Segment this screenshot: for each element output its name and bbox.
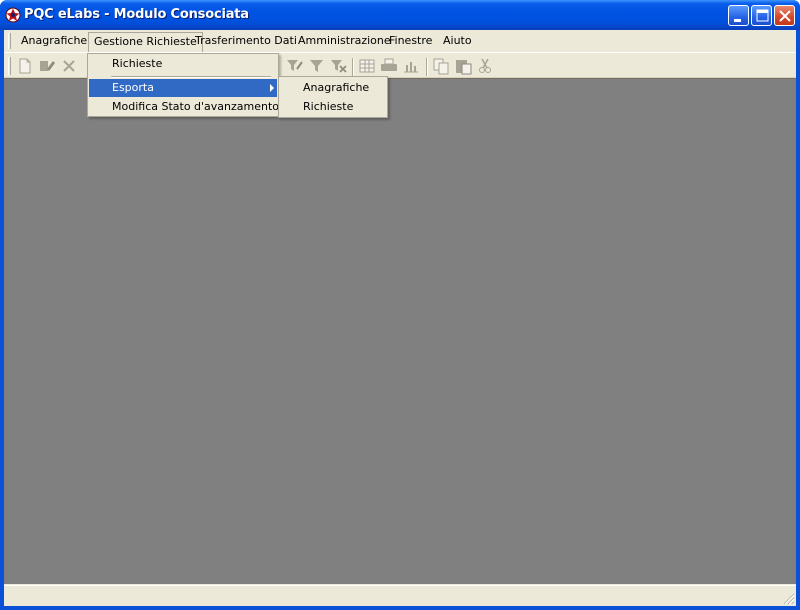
paste-icon[interactable] xyxy=(454,57,472,75)
close-icon xyxy=(779,10,791,22)
gestione-richieste-dropdown: Richieste Esporta Modifica Stato d'avanz… xyxy=(87,53,279,117)
submenu-item-anagrafiche[interactable]: Anagrafiche xyxy=(280,79,386,97)
toolbar-grip[interactable] xyxy=(8,57,11,75)
status-bar xyxy=(4,585,796,606)
menu-anagrafiche-label: Anagrafiche xyxy=(21,34,88,47)
cut-icon[interactable] xyxy=(476,57,494,75)
dropdown-item-esporta[interactable]: Esporta xyxy=(89,79,277,97)
menu-anagrafiche[interactable]: Anagrafiche xyxy=(15,33,93,50)
dropdown-item-modifica-stato[interactable]: Modifica Stato d'avanzamento xyxy=(89,98,280,116)
grid-icon[interactable] xyxy=(358,57,376,75)
dropdown-item-modifica-stato-label: Modifica Stato d'avanzamento xyxy=(112,100,280,113)
copy-icon[interactable] xyxy=(432,57,450,75)
minimize-button[interactable] xyxy=(728,5,749,26)
submenu-item-richieste-label: Richieste xyxy=(303,100,354,113)
menu-amministrazione-label: Amministrazione xyxy=(298,34,391,47)
app-logo-icon xyxy=(5,7,21,23)
filter-edit-icon[interactable] xyxy=(286,57,304,75)
dropdown-item-esporta-label: Esporta xyxy=(112,81,154,94)
submenu-item-richieste[interactable]: Richieste xyxy=(280,98,386,116)
menu-bar: Anagrafiche Gestione Richieste Trasferim… xyxy=(4,30,796,52)
dropdown-separator xyxy=(111,76,271,78)
delete-icon[interactable] xyxy=(60,57,78,75)
window-title: PQC eLabs - Modulo Consociata xyxy=(24,7,249,22)
submenu-arrow-icon xyxy=(270,84,274,92)
menu-finestre-label: Finestre xyxy=(389,34,433,47)
close-button[interactable] xyxy=(774,5,795,26)
submenu-item-anagrafiche-label: Anagrafiche xyxy=(303,81,370,94)
menu-amministrazione[interactable]: Amministrazione xyxy=(292,33,397,50)
filter-remove-icon[interactable] xyxy=(330,57,348,75)
title-bar[interactable]: PQC eLabs - Modulo Consociata xyxy=(0,0,800,30)
chart-icon[interactable] xyxy=(402,57,420,75)
menu-gestione-richieste[interactable]: Gestione Richieste xyxy=(88,32,203,52)
dropdown-item-richieste-label: Richieste xyxy=(112,57,163,70)
menu-aiuto[interactable]: Aiuto xyxy=(437,33,478,50)
new-document-icon[interactable] xyxy=(16,57,34,75)
esporta-submenu: Anagrafiche Richieste xyxy=(278,76,388,118)
mdi-workspace[interactable] xyxy=(4,78,796,584)
menu-trasferimento-dati[interactable]: Trasferimento Dati xyxy=(189,33,303,50)
print-icon[interactable] xyxy=(380,57,398,75)
menu-aiuto-label: Aiuto xyxy=(443,34,472,47)
maximize-button[interactable] xyxy=(751,5,772,26)
edit-icon[interactable] xyxy=(38,57,56,75)
filter-icon[interactable] xyxy=(308,57,326,75)
menu-finestre[interactable]: Finestre xyxy=(383,33,438,50)
minimize-icon xyxy=(734,19,741,22)
menu-gestione-richieste-label: Gestione Richieste xyxy=(94,35,197,48)
main-window: PQC eLabs - Modulo Consociata Anagrafich… xyxy=(0,0,800,610)
toolbar-separator xyxy=(352,58,354,76)
resize-grip-icon[interactable] xyxy=(782,592,795,605)
menubar-grip[interactable] xyxy=(8,33,11,49)
toolbar-separator xyxy=(426,58,428,76)
dropdown-item-richieste[interactable]: Richieste xyxy=(89,55,277,73)
menu-trasferimento-dati-label: Trasferimento Dati xyxy=(195,34,297,47)
maximize-icon xyxy=(756,9,769,22)
